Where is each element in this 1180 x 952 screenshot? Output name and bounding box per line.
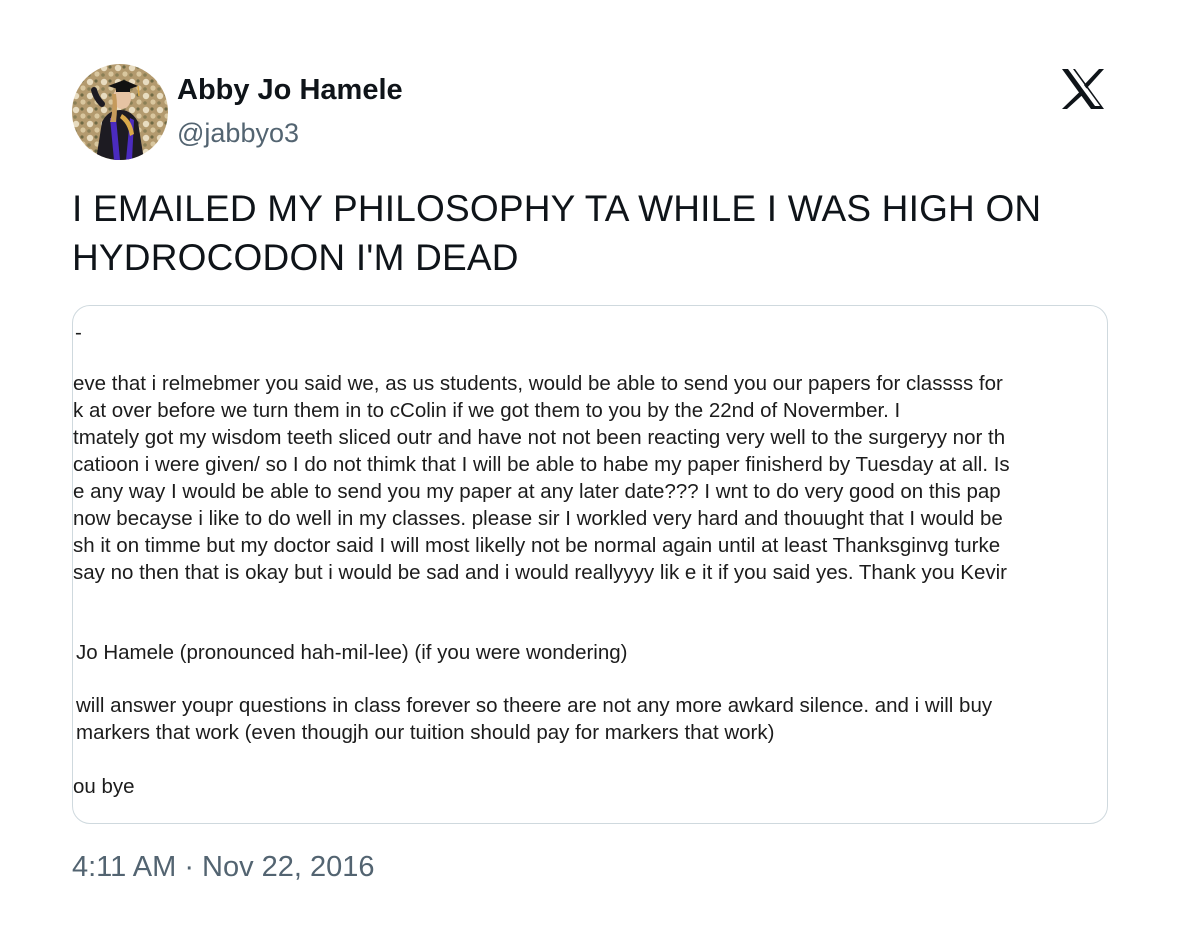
email-line: eve that i relmebmer you said we, as us …	[73, 372, 1003, 395]
email-line: e any way I would be able to send you my…	[73, 480, 1001, 503]
avatar[interactable]	[72, 64, 168, 160]
timestamp[interactable]: 4:11 AM · Nov 22, 2016	[72, 849, 375, 885]
email-line: catioon i were given/ so I do not thimk …	[73, 453, 1010, 476]
x-logo-icon[interactable]	[1060, 68, 1106, 110]
tweet-time[interactable]: 4:11 AM	[72, 851, 176, 883]
email-line: ou bye	[73, 775, 135, 798]
email-line: will answer youpr questions in class for…	[76, 694, 993, 717]
email-line: tmately got my wisdom teeth sliced outr …	[73, 426, 1006, 449]
media-card[interactable]: - eve that i relmebmer you said we, as u…	[72, 305, 1108, 824]
avatar-photo	[72, 64, 168, 160]
email-line: now becayse i like to do well in my clas…	[73, 507, 1003, 530]
email-line: sh it on timme but my doctor said I will…	[73, 534, 1001, 557]
email-line: Jo Hamele (pronounced hah-mil-lee) (if y…	[76, 641, 628, 664]
email-screenshot: - eve that i relmebmer you said we, as u…	[73, 306, 1107, 823]
timestamp-separator: ·	[184, 851, 194, 883]
email-line: say no then that is okay but i would be …	[73, 561, 1008, 584]
email-line: markers that work (even thougjh our tuit…	[76, 721, 775, 744]
email-line: -	[75, 321, 82, 344]
email-line: k at over before we turn them in to cCol…	[73, 399, 901, 422]
tweet-date[interactable]: Nov 22, 2016	[202, 851, 375, 883]
handle[interactable]: @jabbyo3	[177, 116, 299, 150]
display-name[interactable]: Abby Jo Hamele	[177, 72, 403, 108]
tweet-text: I EMAILED MY PHILOSOPHY TA WHILE I WAS H…	[72, 188, 1042, 278]
